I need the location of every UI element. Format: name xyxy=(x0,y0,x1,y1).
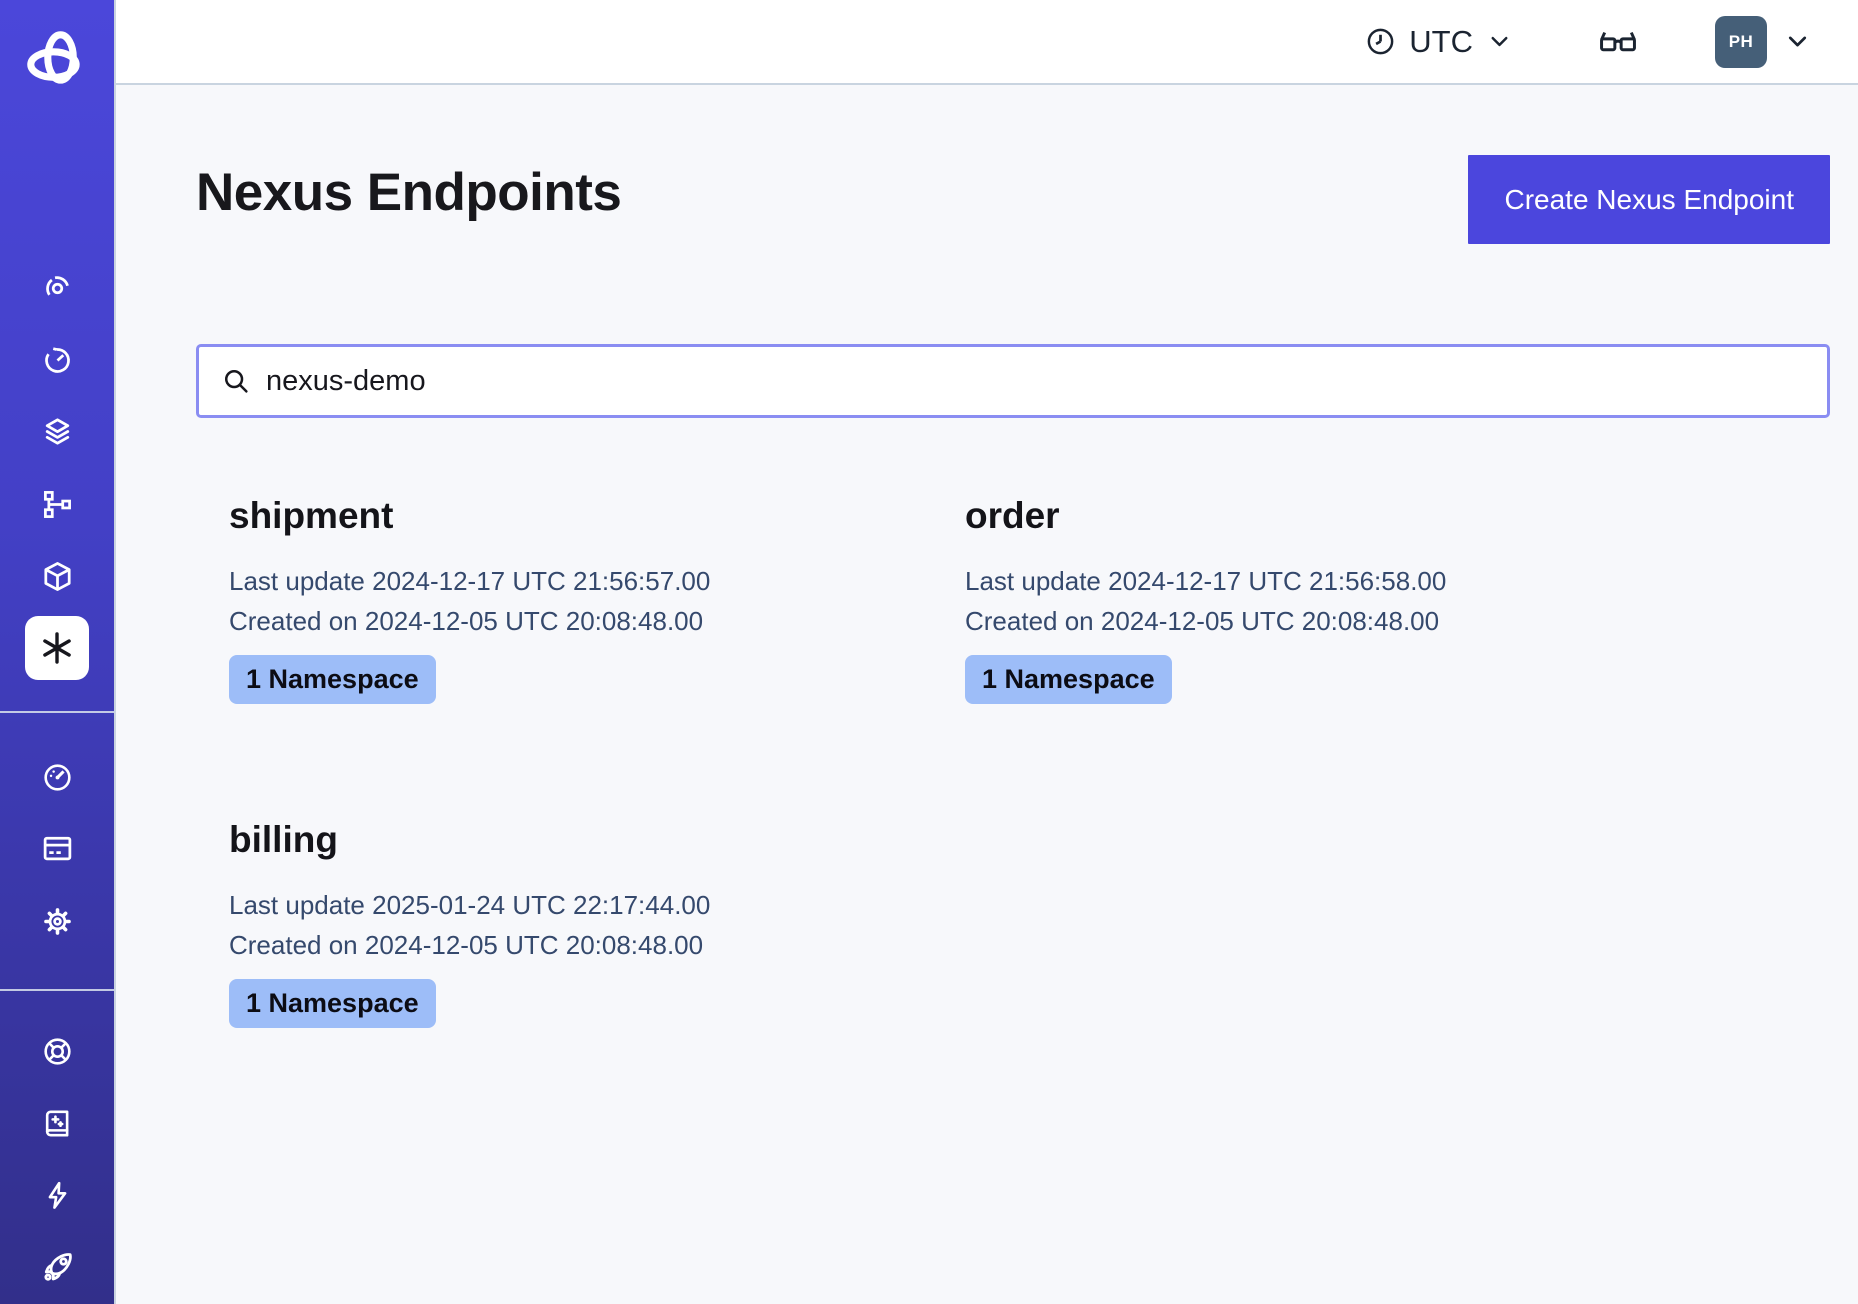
layers-icon[interactable] xyxy=(0,399,114,463)
clock-icon xyxy=(1365,26,1396,57)
nexus-asterisk-icon xyxy=(25,616,89,680)
namespace-badge: 1 Namespace xyxy=(229,655,436,704)
usage-gauge-icon[interactable] xyxy=(0,745,114,809)
billing-card-icon[interactable] xyxy=(0,816,114,880)
topbar: UTC PH xyxy=(116,0,1858,85)
timezone-selector[interactable]: UTC xyxy=(1365,24,1513,60)
endpoint-card-shipment[interactable]: shipment Last update 2024-12-17 UTC 21:5… xyxy=(229,495,965,704)
create-nexus-endpoint-button[interactable]: Create Nexus Endpoint xyxy=(1468,155,1830,244)
page-header: Nexus Endpoints Create Nexus Endpoint xyxy=(196,155,1830,244)
cube-icon[interactable] xyxy=(0,544,114,608)
endpoint-last-update: Last update 2024-12-17 UTC 21:56:57.00 xyxy=(229,561,965,601)
sidebar-item-nexus[interactable] xyxy=(0,616,114,680)
endpoint-created-on: Created on 2024-12-05 UTC 20:08:48.00 xyxy=(229,601,965,641)
namespace-badge: 1 Namespace xyxy=(965,655,1172,704)
endpoint-grid: shipment Last update 2024-12-17 UTC 21:5… xyxy=(229,495,1830,1028)
quickstart-lightning-icon[interactable] xyxy=(0,1163,114,1227)
data-encoder-glasses-icon[interactable] xyxy=(1597,21,1639,63)
main-content: Nexus Endpoints Create Nexus Endpoint sh… xyxy=(116,85,1858,1304)
namespace-badge: 1 Namespace xyxy=(229,979,436,1028)
settings-gear-icon[interactable] xyxy=(0,889,114,953)
endpoint-last-update: Last update 2024-12-17 UTC 21:56:58.00 xyxy=(965,561,1701,601)
sidebar xyxy=(0,0,116,1304)
docs-book-icon[interactable] xyxy=(0,1091,114,1155)
endpoint-card-billing[interactable]: billing Last update 2025-01-24 UTC 22:17… xyxy=(229,819,965,1028)
avatar: PH xyxy=(1715,16,1767,68)
search-icon xyxy=(221,366,251,396)
sidebar-divider xyxy=(0,989,114,991)
timezone-label: UTC xyxy=(1409,24,1473,60)
sidebar-divider xyxy=(0,711,114,713)
workflows-spiral-icon[interactable] xyxy=(0,256,114,320)
endpoint-name: order xyxy=(965,495,1701,537)
endpoint-last-update: Last update 2025-01-24 UTC 22:17:44.00 xyxy=(229,885,965,925)
support-lifebuoy-icon[interactable] xyxy=(0,1019,114,1083)
chevron-down-icon xyxy=(1486,28,1513,55)
batch-graph-icon[interactable] xyxy=(0,472,114,536)
getting-started-rocket-icon[interactable] xyxy=(0,1235,114,1299)
timer-icon[interactable] xyxy=(0,328,114,392)
temporal-logo-icon[interactable] xyxy=(0,24,114,98)
endpoint-card-order[interactable]: order Last update 2024-12-17 UTC 21:56:5… xyxy=(965,495,1701,704)
account-menu[interactable]: PH xyxy=(1715,16,1812,68)
page-title: Nexus Endpoints xyxy=(196,163,621,224)
search-bar xyxy=(196,344,1830,418)
endpoint-name: billing xyxy=(229,819,965,861)
endpoint-name: shipment xyxy=(229,495,965,537)
chevron-down-icon xyxy=(1783,27,1812,56)
search-input[interactable] xyxy=(266,351,1805,411)
endpoint-created-on: Created on 2024-12-05 UTC 20:08:48.00 xyxy=(965,601,1701,641)
endpoint-created-on: Created on 2024-12-05 UTC 20:08:48.00 xyxy=(229,925,965,965)
